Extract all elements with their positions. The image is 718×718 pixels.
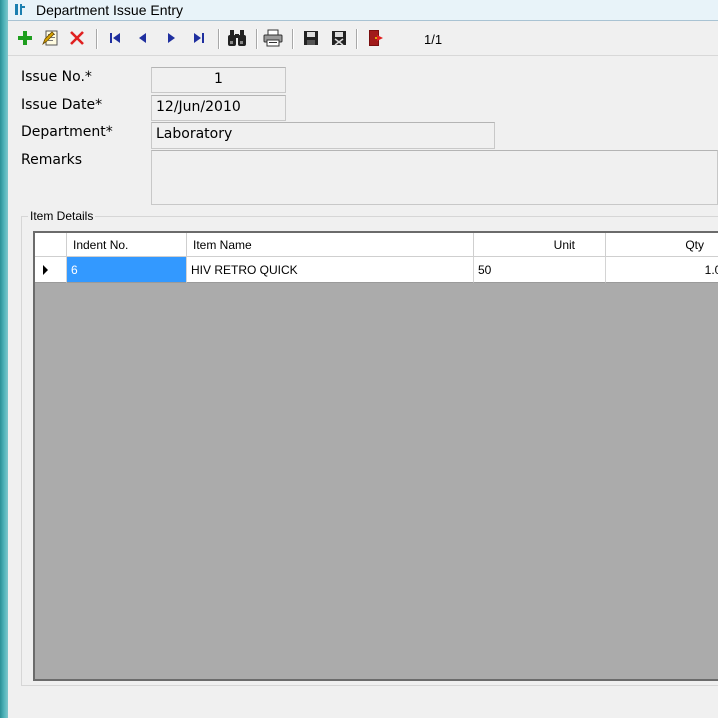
- issue-no-field[interactable]: 1: [151, 67, 286, 93]
- column-header-item-name[interactable]: Item Name: [187, 233, 474, 257]
- save-button[interactable]: [300, 27, 322, 49]
- app-icon: [14, 3, 26, 16]
- exit-button[interactable]: [364, 27, 386, 49]
- window-title: Department Issue Entry: [36, 2, 184, 18]
- last-record-icon: [194, 33, 204, 43]
- title-bar: Department Issue Entry: [8, 0, 718, 21]
- toolbar-separator: [292, 29, 294, 49]
- toolbar-separator: [256, 29, 258, 49]
- department-label: Department*: [21, 124, 113, 140]
- record-counter: 1/1: [424, 32, 443, 47]
- issue-no-label: Issue No.*: [21, 69, 92, 85]
- department-field[interactable]: Laboratory: [151, 122, 495, 149]
- column-header-label: Item Name: [193, 238, 252, 252]
- window-left-border: [0, 0, 8, 718]
- column-header-unit[interactable]: Unit: [474, 233, 606, 257]
- print-button[interactable]: [262, 27, 284, 49]
- issue-date-field[interactable]: 12/Jun/2010: [151, 95, 286, 121]
- column-header-qty[interactable]: Qty: [606, 233, 718, 257]
- table-row[interactable]: 6 HIV RETRO QUICK 50 1.00: [35, 257, 718, 283]
- save-close-button[interactable]: [328, 27, 350, 49]
- previous-record-button[interactable]: [132, 27, 154, 49]
- add-button[interactable]: [14, 27, 36, 49]
- exit-icon: [369, 30, 383, 46]
- save-icon: [304, 31, 318, 45]
- remarks-label: Remarks: [21, 152, 83, 168]
- first-record-button[interactable]: [104, 27, 126, 49]
- edit-icon: [42, 30, 58, 46]
- cell-unit[interactable]: 50: [474, 257, 606, 283]
- toolbar-separator: [96, 29, 98, 49]
- cell-indent-no[interactable]: 6: [67, 257, 187, 283]
- column-header-label: Qty: [685, 238, 704, 252]
- column-header-label: Unit: [553, 238, 575, 252]
- save-close-icon: [332, 31, 346, 46]
- toolbar: 1/1: [8, 21, 718, 56]
- last-record-button[interactable]: [188, 27, 210, 49]
- remarks-field[interactable]: [151, 150, 718, 205]
- cell-qty[interactable]: 1.00: [606, 257, 718, 283]
- department-issue-entry-window: Department Issue Entry 1/1 Issue No.* 1 …: [0, 0, 718, 718]
- item-details-grid[interactable]: Indent No. Item Name Unit Qty 6 HIV RETR…: [33, 231, 718, 681]
- delete-icon: [70, 31, 84, 45]
- find-button[interactable]: [226, 27, 248, 49]
- previous-record-icon: [139, 33, 146, 43]
- delete-button[interactable]: [66, 27, 88, 49]
- row-header-corner: [35, 233, 67, 257]
- grid-header: Indent No. Item Name Unit Qty: [35, 233, 718, 257]
- toolbar-separator: [356, 29, 358, 49]
- edit-button[interactable]: [40, 27, 62, 49]
- toolbar-separator: [218, 29, 220, 49]
- column-header-indent-no[interactable]: Indent No.: [67, 233, 187, 257]
- print-icon: [263, 29, 283, 47]
- issue-date-label: Issue Date*: [21, 97, 103, 113]
- row-selector[interactable]: [35, 257, 67, 283]
- add-icon: [18, 31, 32, 45]
- item-details-label: Item Details: [28, 209, 96, 223]
- next-record-button[interactable]: [160, 27, 182, 49]
- cell-item-name[interactable]: HIV RETRO QUICK: [187, 257, 474, 283]
- first-record-icon: [110, 33, 120, 43]
- current-row-arrow-icon: [43, 265, 48, 275]
- column-header-label: Indent No.: [73, 238, 129, 252]
- find-binoculars-icon: [228, 30, 246, 46]
- next-record-icon: [168, 33, 175, 43]
